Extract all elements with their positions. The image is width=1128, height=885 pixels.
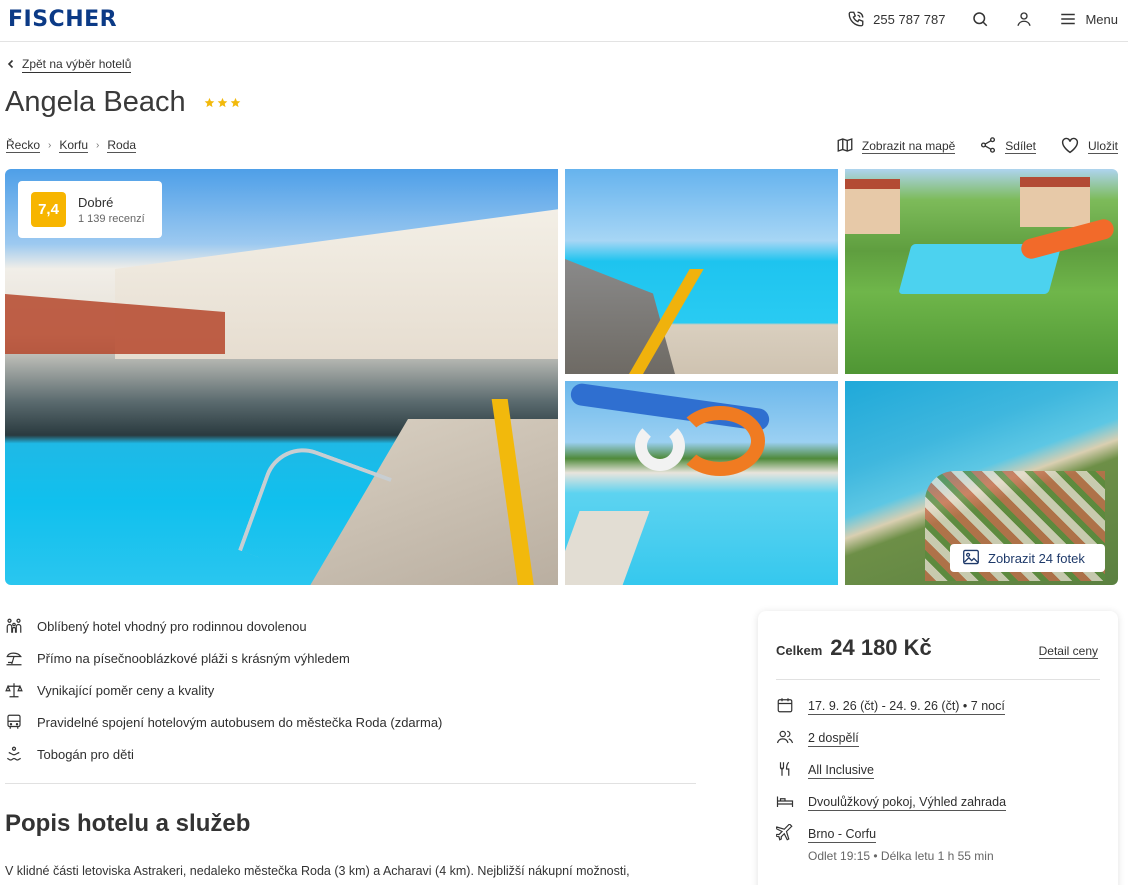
feature-text: Přímo na písečnooblázkové pláži s krásný… xyxy=(37,650,350,666)
show-map-button[interactable]: Zobrazit na mapě xyxy=(836,136,956,157)
phone-link[interactable]: 255 787 787 xyxy=(847,10,945,28)
photo-waterslide xyxy=(635,421,685,471)
cutlery-icon xyxy=(776,760,794,781)
chevron-left-icon xyxy=(6,58,16,72)
price-total: Celkem 24 180 Kč xyxy=(776,635,932,661)
photo-loungers xyxy=(565,259,675,374)
term-link[interactable]: 17. 9. 26 (čt) - 24. 9. 26 (čt) • 7 nocí xyxy=(808,699,1005,715)
user-icon xyxy=(1015,10,1033,28)
feature-item: Tobogán pro děti xyxy=(5,738,705,770)
feature-text: Tobogán pro děti xyxy=(37,746,134,762)
feature-item: Oblíbený hotel vhodný pro rodinnou dovol… xyxy=(5,610,705,642)
hotel-description: V klidné části letoviska Astrakeri, neda… xyxy=(5,864,630,878)
board-row: All Inclusive xyxy=(776,760,874,781)
calendar-icon xyxy=(776,696,794,717)
feature-text: Oblíbený hotel vhodný pro rodinnou dovol… xyxy=(37,618,307,634)
room-link[interactable]: Dvoulůžkový pokoj, Výhled zahrada xyxy=(808,795,1007,811)
search-icon xyxy=(971,10,989,28)
price-label: Celkem xyxy=(776,643,823,658)
term-row: 17. 9. 26 (čt) - 24. 9. 26 (čt) • 7 nocí xyxy=(776,696,1005,717)
map-icon xyxy=(836,136,854,157)
gallery-photo-4[interactable] xyxy=(565,381,838,585)
breadcrumb: Řecko › Korfu › Roda xyxy=(6,138,137,153)
breadcrumb-resort[interactable]: Roda xyxy=(107,138,137,153)
photo-waterslide xyxy=(675,406,765,476)
gallery-photo-2[interactable] xyxy=(565,169,838,374)
room-row: Dvoulůžkový pokoj, Výhled zahrada xyxy=(776,792,1007,813)
site-header: FISCHER 255 787 787 Menu xyxy=(0,0,1128,42)
gallery-photo-3[interactable] xyxy=(845,169,1118,374)
flight-link[interactable]: Brno - Corfu xyxy=(808,827,877,843)
search-button[interactable] xyxy=(971,10,989,28)
divider xyxy=(5,783,696,784)
waterslide-icon xyxy=(5,745,23,763)
rating-text: Dobré 1 139 recenzí xyxy=(78,195,145,225)
beach-icon xyxy=(5,649,23,667)
heart-icon xyxy=(1060,136,1080,157)
price-detail-link[interactable]: Detail ceny xyxy=(1038,644,1098,659)
breadcrumb-country[interactable]: Řecko xyxy=(6,138,41,153)
scales-icon xyxy=(5,681,23,699)
show-map-label: Zobrazit na mapě xyxy=(861,139,956,154)
divider xyxy=(776,679,1100,680)
star-icon xyxy=(230,97,240,108)
image-icon xyxy=(962,549,980,568)
photo-building xyxy=(1020,177,1090,227)
phone-number: 255 787 787 xyxy=(873,11,946,27)
feature-text: Pravidelné spojení hotelovým autobusem d… xyxy=(37,714,443,730)
flight-info: Odlet 19:15 • Délka letu 1 h 55 min xyxy=(808,849,994,863)
rating-score: 7,4 xyxy=(31,192,66,227)
show-all-photos-label: Zobrazit 24 fotek xyxy=(988,550,1085,566)
photo-pool-deck xyxy=(565,511,650,585)
feature-item: Vynikající poměr ceny a kvality xyxy=(5,674,705,706)
back-link[interactable]: Zpět na výběr hotelů xyxy=(6,57,132,73)
star-rating xyxy=(204,97,241,108)
hotel-actions: Zobrazit na mapě Sdílet Uložit xyxy=(836,136,1118,157)
persons-row: 2 dospělí xyxy=(776,728,859,749)
feature-item: Přímo na písečnooblázkové pláži s krásný… xyxy=(5,642,705,674)
star-icon xyxy=(217,97,227,108)
feature-list: Oblíbený hotel vhodný pro rodinnou dovol… xyxy=(5,610,705,770)
save-button[interactable]: Uložit xyxy=(1060,136,1118,157)
save-label: Uložit xyxy=(1087,139,1118,154)
share-icon xyxy=(979,136,997,157)
feature-item: Pravidelné spojení hotelovým autobusem d… xyxy=(5,706,705,738)
board-link[interactable]: All Inclusive xyxy=(808,763,874,779)
menu-button[interactable]: Menu xyxy=(1059,10,1118,28)
hamburger-icon xyxy=(1059,10,1077,28)
bus-icon xyxy=(5,713,23,731)
share-label: Sdílet xyxy=(1005,139,1036,154)
rating-card[interactable]: 7,4 Dobré 1 139 recenzí xyxy=(18,181,162,238)
bed-icon xyxy=(776,792,794,813)
price-card: Celkem 24 180 Kč Detail ceny 17. 9. 26 (… xyxy=(758,611,1118,885)
show-all-photos-button[interactable]: Zobrazit 24 fotek xyxy=(950,544,1105,572)
feature-text: Vynikající poměr ceny a kvality xyxy=(37,682,215,698)
back-link-label: Zpět na výběr hotelů xyxy=(22,57,132,73)
persons-link[interactable]: 2 dospělí xyxy=(808,731,859,747)
family-icon xyxy=(5,617,23,635)
menu-label: Menu xyxy=(1085,11,1118,27)
phone-icon xyxy=(847,10,865,28)
section-title: Popis hotelu a služeb xyxy=(5,810,251,837)
chevron-right-icon: › xyxy=(96,140,100,151)
price-value: 24 180 Kč xyxy=(830,635,932,660)
plane-icon xyxy=(775,823,794,845)
breadcrumb-region[interactable]: Korfu xyxy=(59,138,89,153)
share-button[interactable]: Sdílet xyxy=(979,136,1036,157)
star-icon xyxy=(204,97,214,108)
account-button[interactable] xyxy=(1015,10,1033,28)
photo-building xyxy=(845,179,900,234)
hotel-title: Angela Beach xyxy=(5,86,186,118)
persons-icon xyxy=(776,728,794,749)
rating-label: Dobré xyxy=(78,194,114,210)
logo[interactable]: FISCHER xyxy=(8,7,117,32)
header-actions: 255 787 787 Menu xyxy=(847,0,1118,38)
flight-row: Brno - Corfu xyxy=(775,823,877,845)
title-row: Angela Beach xyxy=(5,86,241,119)
chevron-right-icon: › xyxy=(48,140,52,151)
rating-review-count: 1 139 recenzí xyxy=(78,212,145,225)
